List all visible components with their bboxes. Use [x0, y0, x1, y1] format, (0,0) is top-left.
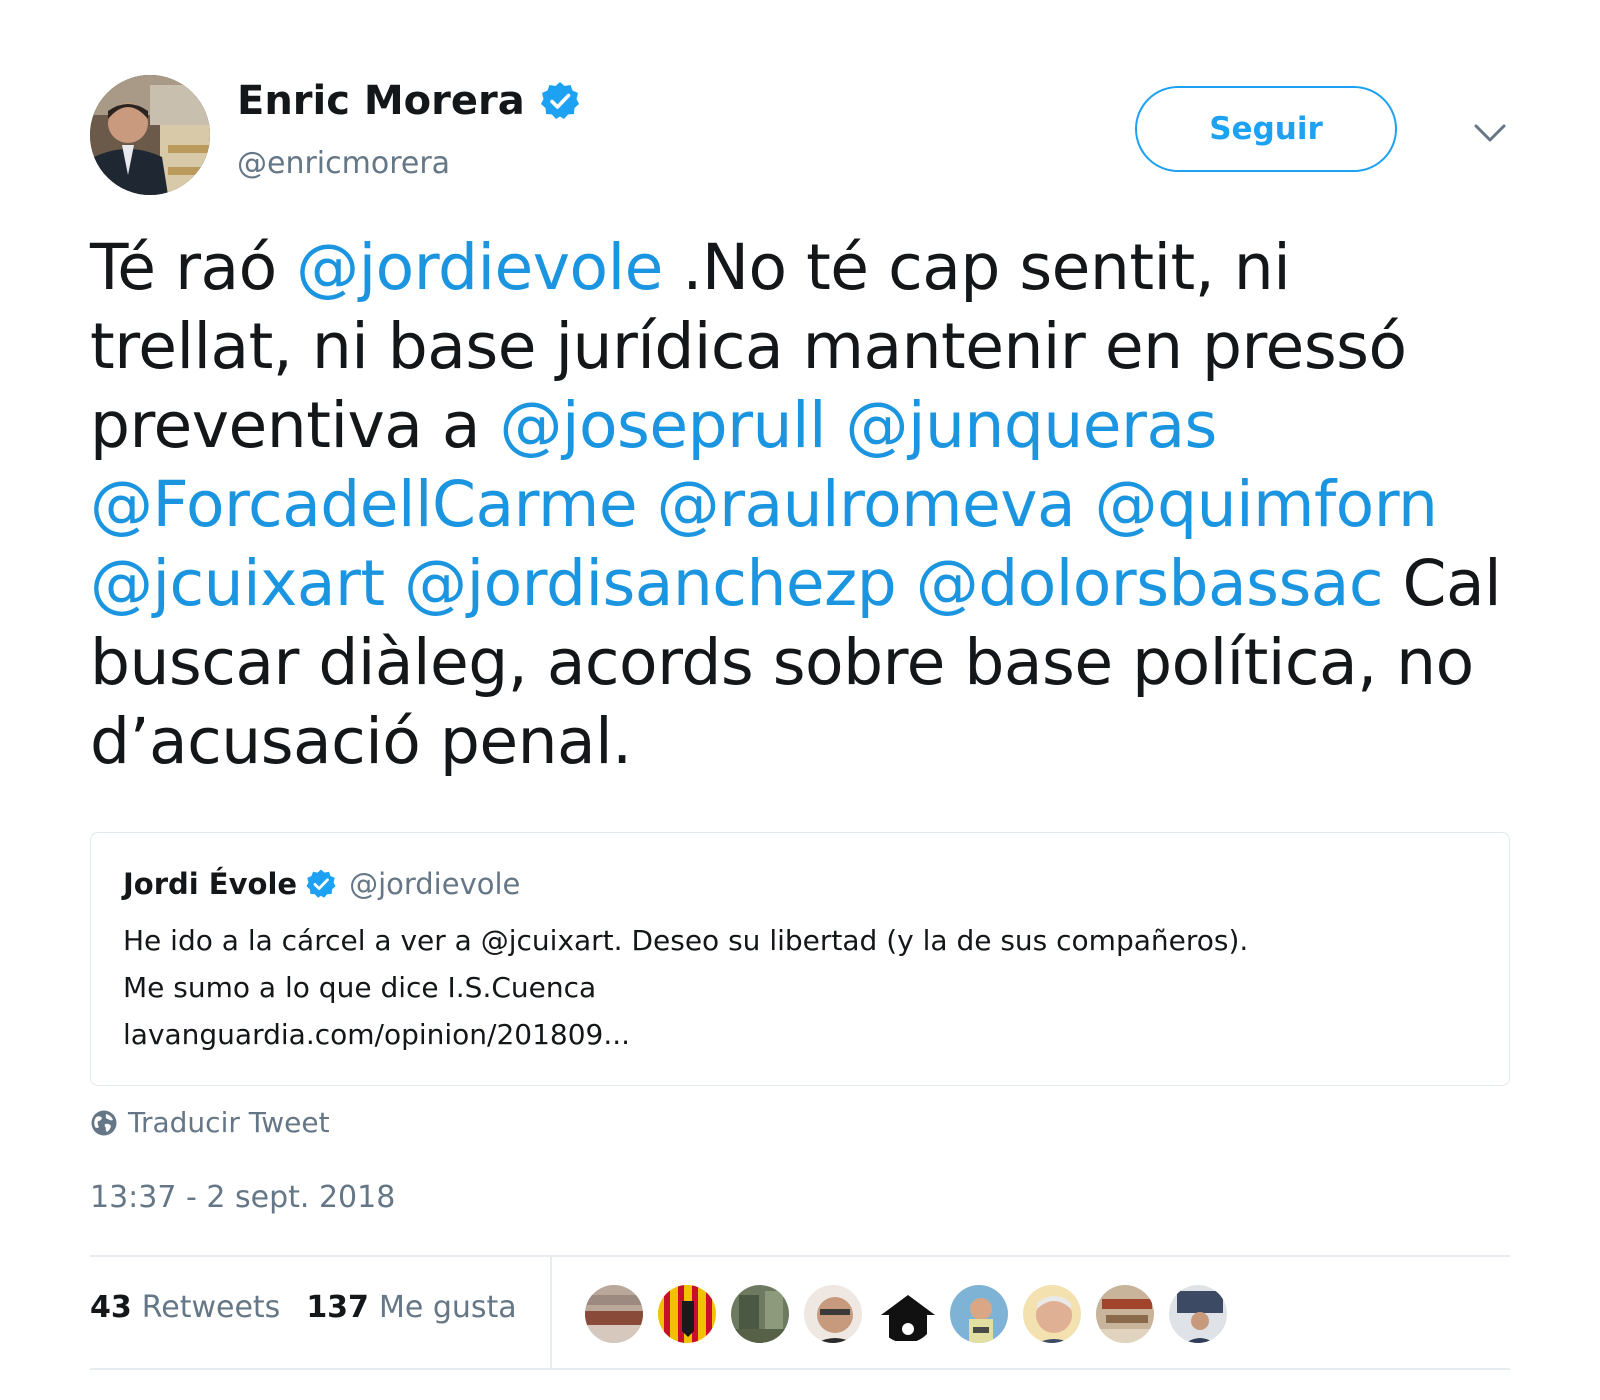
tweet-text-segment: [896, 547, 916, 620]
mention-link[interactable]: @joseprull: [500, 389, 827, 462]
author-name-row[interactable]: Enric Morera: [237, 78, 581, 124]
tweet-text-segment: Té raó: [90, 231, 297, 304]
mention-link[interactable]: @jcuixart: [90, 547, 385, 620]
retweets-stat[interactable]: 43 Retweets: [90, 1290, 280, 1325]
mention-link[interactable]: @quimforn: [1095, 468, 1438, 541]
divider: [550, 1257, 552, 1368]
liker-avatars: [583, 1283, 1240, 1345]
mention-link[interactable]: @ForcadellCarme: [90, 468, 638, 541]
liker-avatar[interactable]: [1021, 1283, 1083, 1345]
quoted-tweet-card[interactable]: Jordi Évole @jordievole He ido a la cárc…: [90, 832, 1510, 1086]
author-handle[interactable]: @enricmorera: [237, 146, 450, 181]
chevron-down-icon[interactable]: [1472, 118, 1508, 148]
mention-link[interactable]: @jordisanchezp: [404, 547, 897, 620]
globe-icon: [90, 1109, 118, 1137]
mention-link[interactable]: @jordievole: [296, 231, 663, 304]
liker-avatar[interactable]: [656, 1283, 718, 1345]
quoted-author-handle: @jordievole: [349, 867, 521, 901]
divider: [90, 1368, 1510, 1370]
liker-avatar[interactable]: [875, 1283, 937, 1345]
divider: [90, 1255, 1510, 1257]
retweets-count: 43: [90, 1290, 132, 1325]
verified-badge-icon: [539, 80, 581, 122]
quoted-link: lavanguardia.com/opinion/201809...: [123, 1018, 631, 1051]
mention-link[interactable]: @raulromeva: [657, 468, 1076, 541]
translate-tweet-button[interactable]: Traducir Tweet: [90, 1106, 330, 1139]
likes-label: Me gusta: [378, 1290, 517, 1325]
tweet-text-segment: [1075, 468, 1095, 541]
liker-avatar[interactable]: [583, 1283, 645, 1345]
author-avatar[interactable]: [90, 75, 210, 195]
liker-avatar[interactable]: [802, 1283, 864, 1345]
liker-avatar[interactable]: [948, 1283, 1010, 1345]
liker-avatar[interactable]: [1094, 1283, 1156, 1345]
quoted-author-name: Jordi Évole: [123, 867, 298, 901]
likes-stat[interactable]: 137 Me gusta: [306, 1290, 516, 1325]
quoted-tweet-text: He ido a la cárcel a ver a @jcuixart. De…: [123, 917, 1463, 1058]
verified-badge-icon: [305, 868, 337, 900]
tweet-text-segment: [826, 389, 846, 462]
tweet-text-segment: [637, 468, 657, 541]
author-name[interactable]: Enric Morera: [237, 78, 525, 124]
liker-avatar[interactable]: [1167, 1283, 1229, 1345]
likes-count: 137: [306, 1290, 369, 1325]
translate-label[interactable]: Traducir Tweet: [128, 1106, 330, 1139]
liker-avatar[interactable]: [729, 1283, 791, 1345]
tweet-text-segment: [385, 547, 405, 620]
follow-button[interactable]: Seguir: [1135, 86, 1397, 172]
mention-link[interactable]: @dolorsbassac: [916, 547, 1384, 620]
tweet-text: Té raó @jordievole .No té cap sentit, ni…: [90, 228, 1510, 781]
tweet-timestamp[interactable]: 13:37 - 2 sept. 2018: [90, 1180, 395, 1215]
tweet-stats: 43 Retweets 137 Me gusta: [90, 1290, 543, 1325]
quoted-line: He ido a la cárcel a ver a @jcuixart. De…: [123, 924, 1249, 957]
quoted-tweet-header: Jordi Évole @jordievole: [123, 867, 520, 901]
quoted-line: Me sumo a lo que dice I.S.Cuenca: [123, 971, 597, 1004]
retweets-label: Retweets: [141, 1290, 281, 1325]
mention-link[interactable]: @junqueras: [846, 389, 1218, 462]
